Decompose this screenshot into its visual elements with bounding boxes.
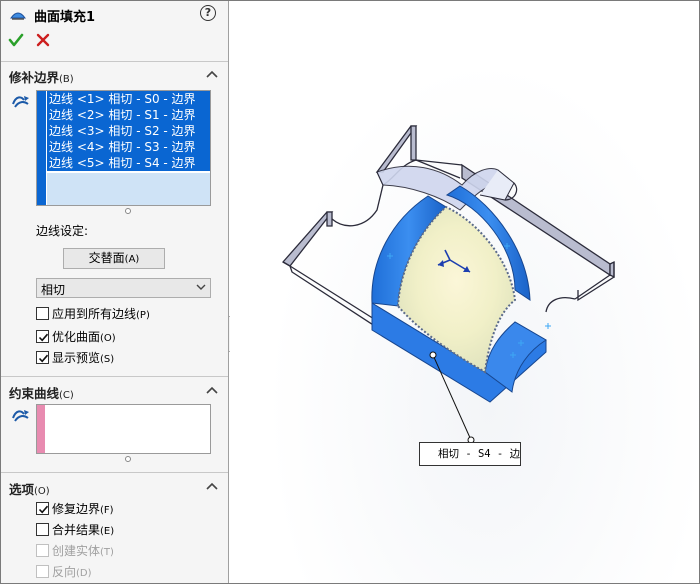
create-solid-checkbox: 创建实体(T) — [36, 542, 216, 558]
boundary-edge-items: 边线 <1> 相切 - S0 - 边界 边线 <2> 相切 - S1 - 边界 … — [47, 91, 210, 171]
list-selection-accent — [37, 91, 46, 205]
fix-boundary-hotkey: (F) — [100, 505, 114, 516]
list-item[interactable]: 边线 <5> 相切 - S4 - 边界 — [47, 155, 210, 171]
options-header[interactable]: 选项(O) — [1, 478, 228, 497]
section-divider — [1, 472, 228, 473]
show-preview-checkbox[interactable]: 显示预览(S) — [36, 349, 216, 365]
curve-selection-icon — [12, 410, 29, 422]
chevron-up-icon[interactable] — [206, 69, 218, 79]
section-divider — [1, 61, 228, 62]
chevron-down-icon — [196, 284, 206, 290]
list-resize-handle[interactable] — [125, 456, 131, 462]
fix-boundary-checkbox[interactable]: 修复边界(F) — [36, 500, 216, 516]
list-item[interactable]: 边线 <2> 相切 - S1 - 边界 — [47, 107, 210, 123]
model-preview[interactable] — [230, 1, 699, 583]
curvature-control-select[interactable]: 相切 — [36, 278, 211, 298]
preview-label: 显示预览 — [52, 351, 101, 365]
patch-boundary-header[interactable]: 修补边界(B) — [1, 66, 228, 85]
check-icon — [38, 354, 49, 363]
edge-callout[interactable]: 相切 - S4 - 边界 — [419, 442, 521, 466]
patch-boundary-title: 修补边界 — [9, 70, 60, 85]
options-title: 选项 — [9, 482, 35, 497]
constraint-curve-list[interactable] — [36, 404, 211, 454]
feature-title-bar: 曲面填充1 ? — [1, 1, 228, 27]
patch-boundary-hotkey: (B) — [59, 74, 74, 85]
checkbox-box[interactable] — [36, 351, 49, 364]
fill-surface-icon — [10, 12, 26, 20]
constraint-curves-header[interactable]: 约束曲线(C) — [1, 382, 228, 401]
alternate-face-label: 交替面 — [88, 251, 125, 265]
feature-title: 曲面填充1 — [34, 10, 96, 25]
list-empty-area — [47, 173, 210, 205]
merge-result-label: 合并结果 — [52, 523, 101, 537]
apply-all-edges-checkbox[interactable]: 应用到所有边线(P) — [36, 305, 216, 321]
preview-hotkey: (S) — [100, 354, 115, 365]
create-solid-hotkey: (T) — [100, 547, 114, 558]
fix-boundary-label: 修复边界 — [52, 502, 101, 516]
curvature-select-value: 相切 — [41, 283, 66, 297]
graphics-viewport[interactable]: 相切 - S4 - 边界 — [230, 1, 699, 583]
optimize-surface-checkbox[interactable]: 优化曲面(O) — [36, 328, 216, 344]
section-divider — [1, 376, 228, 377]
list-resize-handle[interactable] — [125, 208, 131, 214]
edge-settings-label: 边线设定: — [36, 224, 89, 238]
constraint-curves-hotkey: (C) — [59, 390, 74, 401]
cancel-button[interactable] — [35, 32, 51, 48]
reverse-checkbox: 反向(D) — [36, 563, 216, 579]
alternate-face-hotkey: (A) — [124, 254, 140, 265]
optimize-hotkey: (O) — [100, 333, 116, 344]
options-hotkey: (O) — [34, 486, 50, 497]
checkbox-box[interactable] — [36, 523, 49, 536]
merge-result-hotkey: (E) — [100, 526, 115, 537]
reverse-hotkey: (D) — [76, 568, 92, 579]
boundary-edge-list[interactable]: 边线 <1> 相切 - S0 - 边界 边线 <2> 相切 - S1 - 边界 … — [36, 90, 211, 206]
list-item[interactable]: 边线 <3> 相切 - S2 - 边界 — [47, 123, 210, 139]
optimize-label: 优化曲面 — [52, 330, 101, 344]
checkbox-box — [36, 565, 49, 578]
check-icon — [38, 333, 49, 342]
list-accent — [37, 405, 45, 453]
list-item[interactable]: 边线 <1> 相切 - S0 - 边界 — [47, 91, 210, 107]
apply-all-hotkey: (P) — [136, 310, 150, 321]
property-manager-panel: 曲面填充1 ? 修补边界(B) 边线 <1> 相切 - S0 - 边界 边线 <… — [1, 1, 229, 583]
check-icon — [38, 505, 49, 514]
create-solid-label: 创建实体 — [52, 544, 101, 558]
checkbox-box[interactable] — [36, 307, 49, 320]
chevron-up-icon[interactable] — [206, 481, 218, 491]
reverse-label: 反向 — [52, 565, 77, 579]
alternate-face-button[interactable]: 交替面(A) — [63, 248, 165, 269]
callout-anchor — [429, 351, 437, 359]
list-item[interactable]: 边线 <4> 相切 - S3 - 边界 — [47, 139, 210, 155]
edge-selection-icon — [12, 96, 29, 108]
help-icon[interactable]: ? — [200, 5, 216, 21]
checkbox-box — [36, 544, 49, 557]
constraint-curves-title: 约束曲线 — [9, 386, 60, 401]
chevron-up-icon[interactable] — [206, 385, 218, 395]
merge-result-checkbox[interactable]: 合并结果(E) — [36, 521, 216, 537]
checkbox-box[interactable] — [36, 330, 49, 343]
checkbox-box[interactable] — [36, 502, 49, 515]
apply-all-label: 应用到所有边线 — [52, 307, 137, 321]
ok-button[interactable] — [8, 32, 24, 48]
